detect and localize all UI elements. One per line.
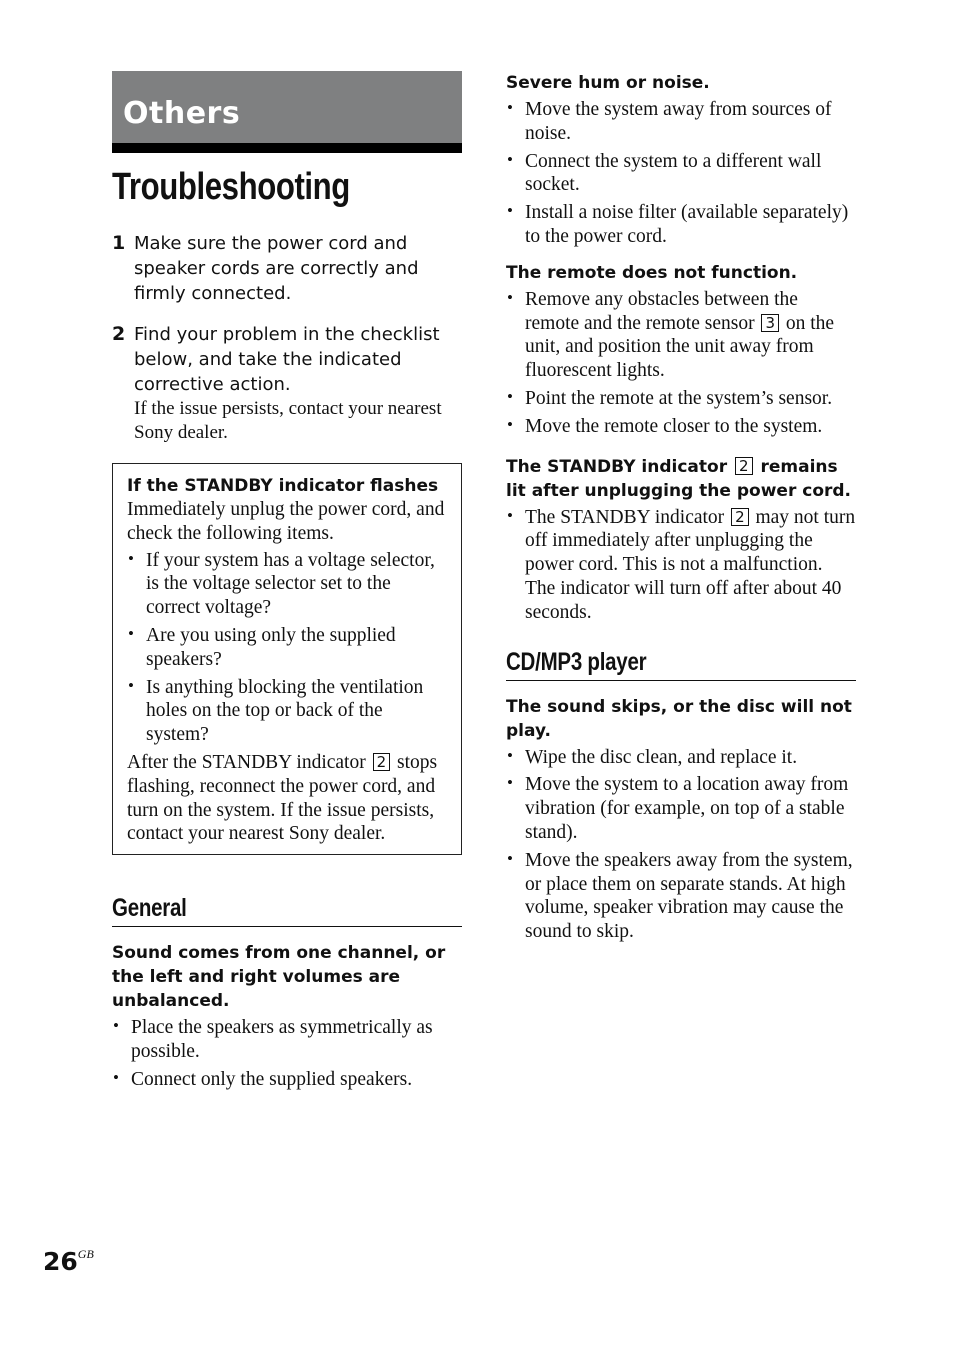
list-item: • Connect only the supplied speakers. <box>113 1067 413 1090</box>
list-item: • Are you using only the supplied speaker… <box>128 623 396 670</box>
problem-question: The STANDBY indicator 2 remains lit afte… <box>506 456 852 501</box>
solution-list: • Remove any obstacles between the remote… <box>506 288 856 439</box>
callout-number-icon: 2 <box>735 456 753 475</box>
list-item: • Remove any obstacles between the remote… <box>507 287 835 382</box>
problem-question: Sound comes from one channel, or the lef… <box>112 943 446 1012</box>
general-rule-divider <box>112 926 462 928</box>
list-item: • Move the system away from sources of no… <box>507 98 832 144</box>
list-item: • Move the remote closer to the system. <box>507 414 823 437</box>
bullet-icon: • <box>507 386 513 406</box>
solution-list: • Wipe the disc clean, and replace it. • M… <box>506 746 856 944</box>
page-number: 26GB <box>43 1247 94 1276</box>
region-suffix: GB <box>77 1247 94 1261</box>
problem-question: Severe hum or noise. <box>506 73 710 93</box>
cdmp3-section: CD/MP3 player The sound skips, or the di… <box>506 647 856 944</box>
box-heading: If the STANDBY indicator flashes <box>127 476 439 496</box>
step-number: 2 <box>112 323 126 345</box>
general-section: General Sound comes from one channel, or… <box>112 893 462 1091</box>
problem-question: The remote does not function. <box>506 262 798 283</box>
step-text: Find your problem in the checklist below… <box>134 324 440 395</box>
bullet-icon: • <box>128 623 134 643</box>
bullet-icon: • <box>507 201 513 221</box>
bullet-icon: • <box>507 414 513 434</box>
bullet-icon: • <box>113 1016 119 1036</box>
list-item: • Is anything blocking the ventilation ho… <box>128 675 424 746</box>
step-note: If the issue persists, contact your near… <box>134 398 442 443</box>
bullet-icon: • <box>113 1067 119 1087</box>
list-item: • Move the system to a location away from… <box>507 773 849 843</box>
right-column: Severe hum or noise. • Move the system aw… <box>506 71 856 948</box>
steps-list: 1 Make sure the power cord and speaker c… <box>112 231 462 445</box>
section-bar-divider <box>112 143 462 153</box>
bullet-icon: • <box>507 505 513 525</box>
general-heading: General <box>112 894 187 923</box>
bullet-icon: • <box>128 548 134 568</box>
callout-number-icon: 2 <box>731 507 749 526</box>
bullet-icon: • <box>507 287 513 307</box>
bullet-icon: • <box>507 773 513 793</box>
step-item: 1 Make sure the power cord and speaker c… <box>112 231 462 306</box>
bullet-icon: • <box>507 98 513 117</box>
bullet-icon: • <box>507 149 513 169</box>
cdmp3-rule-divider <box>506 679 856 681</box>
bullet-icon: • <box>507 848 513 868</box>
section-band: Others <box>112 71 462 143</box>
problem-question: The sound skips, or the disc will not pl… <box>506 696 852 741</box>
bullet-icon: • <box>128 675 134 695</box>
left-column: Others Troubleshooting 1 Make sure the p… <box>112 71 462 1096</box>
list-item: • Place the speakers as symmetrically as … <box>113 1016 433 1062</box>
list-item: • Wipe the disc clean, and replace it. <box>507 745 798 768</box>
bullet-icon: • <box>507 745 513 765</box>
list-item: • Connect the system to a different wall … <box>507 149 822 196</box>
box-after-text: After the STANDBY indicator 2 stops flas… <box>127 751 438 845</box>
step-item: 2 Find your problem in the checklist bel… <box>112 322 462 445</box>
solution-list: • The STANDBY indicator 2 may not turn of… <box>506 506 856 625</box>
step-number: 1 <box>112 232 126 254</box>
step-text: Make sure the power cord and speaker cor… <box>134 233 419 304</box>
callout-number-icon: 3 <box>761 313 780 332</box>
section-title: Others <box>123 96 241 131</box>
box-bullet-list: • If your system has a voltage selector, … <box>127 549 447 747</box>
solution-list: • Place the speakers as symmetrically as … <box>112 1016 462 1091</box>
box-intro: Immediately unplug the power cord, and c… <box>127 499 445 544</box>
cdmp3-heading: CD/MP3 player <box>506 647 647 676</box>
solution-list: • Move the system away from sources of no… <box>506 98 856 249</box>
list-item: • Install a noise filter (available separ… <box>507 201 849 247</box>
callout-number-icon: 2 <box>372 752 391 771</box>
list-item: • Move the speakers away from the system,… <box>507 848 853 943</box>
list-item: • The STANDBY indicator 2 may not turn of… <box>507 505 856 623</box>
list-item: • Point the remote at the system’s sensor… <box>507 386 833 409</box>
list-item: • If your system has a voltage selector, … <box>128 548 435 619</box>
page-title: Troubleshooting <box>112 166 350 208</box>
standby-flash-box: If the STANDBY indicator flashes Immedia… <box>112 463 462 856</box>
